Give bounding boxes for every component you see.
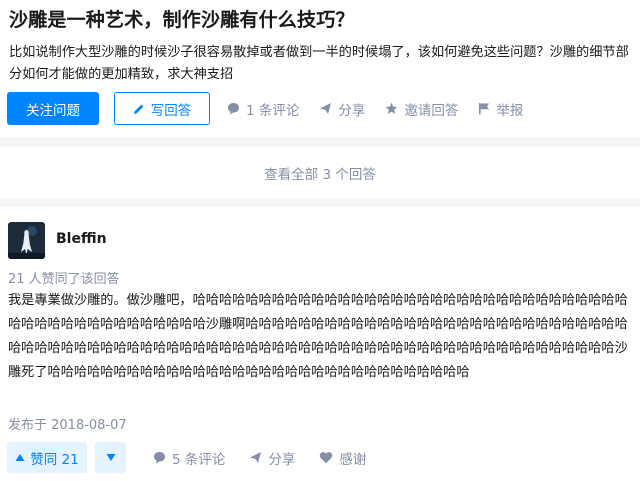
share-icon — [319, 102, 332, 115]
question-actions: 关注问题 写回答 1 条评论 分享 邀请回答 举报 — [7, 92, 523, 125]
star-icon — [385, 102, 398, 115]
comments-button[interactable]: 1 条评论 — [227, 99, 299, 119]
comment-icon — [227, 102, 240, 115]
report-button[interactable]: 举报 — [478, 99, 523, 119]
answer-content: 我是專業做沙雕的。做沙雕吧，哈哈哈哈哈哈哈哈哈哈哈哈哈哈哈哈哈哈哈哈哈哈哈哈哈哈… — [8, 293, 628, 380]
answer-comments-label: 5 条评论 — [172, 451, 226, 468]
share-icon — [249, 451, 262, 464]
answer-actions: 赞同 21 5 条评论 分享 感谢 — [7, 442, 366, 473]
report-label: 举报 — [496, 102, 524, 119]
triangle-down-icon — [106, 453, 116, 462]
avatar[interactable] — [8, 222, 45, 259]
share-label: 分享 — [338, 102, 366, 119]
answer-share-label: 分享 — [268, 451, 296, 468]
comment-icon — [153, 451, 166, 464]
see-all-answers-link[interactable]: 查看全部 3 个回答 — [264, 163, 376, 183]
thanks-button[interactable]: 感谢 — [319, 448, 366, 468]
heart-icon — [319, 451, 333, 464]
triangle-up-icon — [15, 453, 25, 462]
invite-answer-label: 邀请回答 — [404, 102, 459, 119]
invite-answer-button[interactable]: 邀请回答 — [385, 99, 458, 119]
question-card: 沙雕是一种艺术，制作沙雕有什么技巧？ 比如说制作大型沙雕的时候沙子很容易散掉或者… — [0, 0, 640, 137]
upvote-count-info: 21 人赞同了该回答 — [8, 272, 120, 287]
pencil-icon — [133, 103, 145, 115]
upvote-label: 赞同 21 — [30, 451, 79, 468]
downvote-button[interactable] — [95, 442, 126, 473]
question-detail: 比如说制作大型沙雕的时候沙子很容易散掉或者做到一半的时候塌了，该如何避免这些问题… — [9, 45, 629, 82]
answer-share-button[interactable]: 分享 — [249, 448, 295, 468]
publish-date[interactable]: 发布于 2018-08-07 — [8, 414, 127, 433]
share-button[interactable]: 分享 — [319, 99, 365, 119]
write-answer-label: 写回答 — [150, 102, 192, 119]
write-answer-button[interactable]: 写回答 — [114, 92, 210, 125]
answer-comments-button[interactable]: 5 条评论 — [153, 448, 225, 468]
answer-card: Bleffin 21 人赞同了该回答 我是專業做沙雕的。做沙雕吧，哈哈哈哈哈哈哈… — [0, 207, 640, 481]
follow-question-label: 关注问题 — [26, 102, 80, 119]
comments-label: 1 条评论 — [246, 102, 300, 119]
follow-question-button[interactable]: 关注问题 — [7, 92, 99, 125]
see-all-answers-bar[interactable]: 查看全部 3 个回答 — [0, 147, 640, 198]
question-title[interactable]: 沙雕是一种艺术，制作沙雕有什么技巧？ — [9, 6, 631, 34]
thanks-label: 感谢 — [339, 451, 367, 468]
author-name[interactable]: Bleffin — [56, 231, 107, 247]
flag-icon — [478, 102, 490, 115]
upvote-button[interactable]: 赞同 21 — [7, 442, 87, 473]
